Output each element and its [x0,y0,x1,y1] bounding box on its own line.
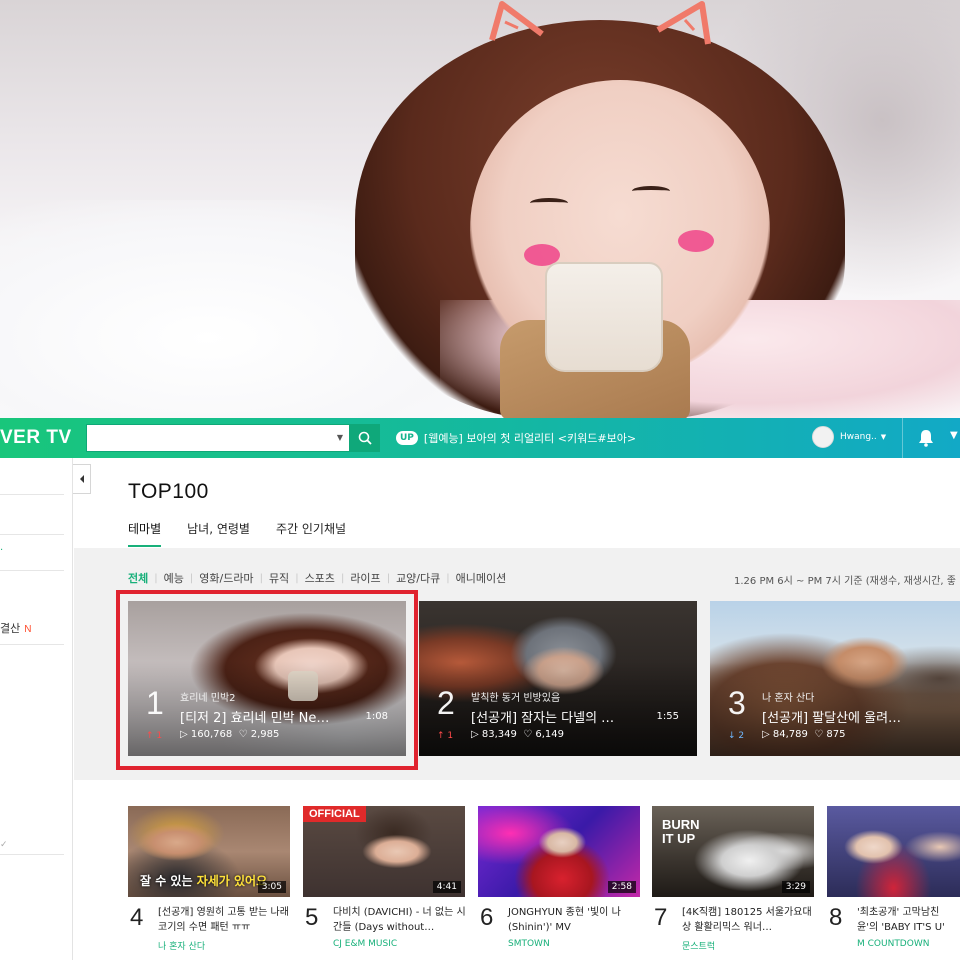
like-count: ♡ 6,149 [523,729,564,740]
thumbnail-image [827,806,960,897]
category-music[interactable]: 뮤직 [263,570,295,586]
category-docu[interactable]: 교양/다큐 [390,570,446,586]
grid-video-thumbnail-6[interactable]: 2:58 [478,806,640,897]
grid-title-6[interactable]: JONGHYUN 종현 '빛이 나 (Shinin')' MV [508,905,644,935]
grid-channel-8[interactable]: M COUNTDOWN [857,939,929,949]
tab-gender-age[interactable]: 남녀, 연령별 [187,520,250,547]
category-filter: 전체 | 예능 | 영화/드라마 | 뮤직 | 스포츠 | 라이프 | 교양/다큐 | 애니메… [128,570,512,586]
program-name[interactable]: 나 혼자 산다 [762,689,814,704]
video-duration: 3:05 [257,881,286,893]
grid-video-thumbnail-5[interactable]: OFFICIAL 4:41 [303,806,465,897]
chevron-left-icon [79,475,84,483]
sidebar-active-marker-icon: · [0,545,4,556]
sidebar-divider [0,494,64,495]
video-title[interactable]: [선공개] 팔달산에 울려… [762,707,937,726]
grid-video-thumbnail-4[interactable]: 잘 수 있는 자세가 있어요 3:05 [128,806,290,897]
grid-rank-8: 8 [829,904,843,931]
left-sidebar [0,458,73,960]
rank-number: 2 [437,685,455,721]
more-menu-icon[interactable]: ▼ [950,430,958,441]
grid-title-8[interactable]: '최초공개' 고막남친 윤'의 'BABY IT'S U' [857,905,957,935]
search-box[interactable]: ▼ [86,424,350,452]
video-duration: 3:29 [781,881,810,893]
search-icon [358,431,372,445]
search-input[interactable] [93,426,333,450]
sidebar-item-year-end[interactable]: 결산 N [0,620,31,636]
sub-tabs: 테마별 남녀, 연령별 주간 인기채널 [128,520,346,547]
user-menu-chevron-down-icon[interactable]: ▼ [881,433,886,441]
grid-channel-7[interactable]: 문스트럭 [682,939,715,952]
sidebar-divider [0,644,64,645]
grid-rank-5: 5 [305,904,319,931]
video-stats: ▷ 83,349 ♡ 6,149 [471,729,564,740]
category-sports[interactable]: 스포츠 [299,570,341,586]
tab-theme[interactable]: 테마별 [128,520,162,547]
highlight-outline [116,590,418,770]
video-title[interactable]: [선공개] 잠자는 다넬의 … [471,707,646,726]
promo-badge: UP [396,431,418,445]
ranking-time-note: 1.26 PM 6시 ~ PM 7시 기준 (재생수, 재생시간, 좋 [734,576,956,587]
search-dropdown-icon[interactable]: ▼ [337,433,343,442]
grid-title-4[interactable]: [선공개] 영원히 고통 받는 나래코기의 수면 패턴 ㅠㅠ [158,905,294,935]
nav-divider [902,418,903,458]
thumbnail-overlay-text: BURN IT UP [662,817,700,846]
like-count: ♡ 875 [814,729,846,740]
promo-link[interactable]: [웹예능] 보아의 첫 리얼리티 <키워드#보아> [424,430,636,446]
category-variety[interactable]: 예능 [158,570,190,586]
hero-banner [0,0,960,418]
hero-eye-left [530,198,568,208]
grid-title-5[interactable]: 다비치 (DAVICHI) - 너 없는 시간들 (Days without… [333,905,469,935]
grid-video-thumbnail-7[interactable]: BURN IT UP 3:29 [652,806,814,897]
grid-channel-6[interactable]: SMTOWN [508,939,550,949]
page-title: TOP100 [128,480,209,503]
rank-number: 3 [728,685,746,721]
featured-video-card-2[interactable]: 2 발칙한 동거 빈방있음 [선공개] 잠자는 다넬의 … 1:55 ↑ 1 ▷… [419,601,697,756]
grid-video-thumbnail-8[interactable] [827,806,960,897]
grid-rank-6: 6 [480,904,494,931]
sidebar-divider [0,854,64,855]
avatar[interactable] [812,426,834,448]
sidebar-divider [0,570,64,571]
category-movie-drama[interactable]: 영화/드라마 [193,570,259,586]
sidebar-divider [0,534,64,535]
hero-eye-right [632,186,670,196]
bell-icon[interactable] [916,428,936,448]
sidebar-item-label: 결산 [0,622,21,635]
grid-channel-5[interactable]: CJ E&M MUSIC [333,939,397,949]
video-duration: 2:58 [607,881,636,893]
hero-cup [545,262,663,372]
user-menu[interactable]: Hwang.. ▼ [812,426,886,448]
grid-channel-4[interactable]: 나 혼자 산다 [158,939,205,952]
grid-title-7[interactable]: [4K직캠] 180125 서울가요대상 활활리믹스 워너… [682,905,818,935]
thumbnail-caption: 잘 수 있는 자세가 있어요 [140,874,268,888]
grid-rank-4: 4 [130,904,144,931]
category-animation[interactable]: 애니메이션 [450,570,513,586]
video-duration: 4:41 [432,881,461,893]
view-count: ▷ 83,349 [471,729,517,740]
category-life[interactable]: 라이프 [344,570,386,586]
search-button[interactable] [350,424,380,452]
username[interactable]: Hwang.. [840,432,877,442]
tab-weekly-channels[interactable]: 주간 인기채널 [276,520,346,547]
video-stats: ▷ 84,789 ♡ 875 [762,729,845,740]
category-all[interactable]: 전체 [128,570,154,586]
program-name[interactable]: 발칙한 동거 빈방있음 [471,689,560,704]
video-duration: 1:55 [656,711,679,722]
featured-video-card-3[interactable]: 3 나 혼자 산다 [선공개] 팔달산에 울려… ↓ 2 ▷ 84,789 ♡ … [710,601,960,756]
sidebar-collapse-button[interactable] [73,464,91,494]
official-badge: OFFICIAL [303,806,366,822]
site-logo[interactable]: VER TV [0,427,86,449]
top-nav-bar: VER TV ▼ UP [웹예능] 보아의 첫 리얼리티 <키워드#보아> Hw… [0,418,960,458]
new-badge: N [24,624,32,635]
grid-rank-7: 7 [654,904,668,931]
sidebar-check-icon: ✓ [0,840,8,850]
rank-change: ↑ 1 [437,731,454,741]
view-count: ▷ 84,789 [762,729,808,740]
cat-ears-sticker [489,1,711,45]
rank-change: ↓ 2 [728,731,745,741]
hero-blush-right [678,230,714,252]
